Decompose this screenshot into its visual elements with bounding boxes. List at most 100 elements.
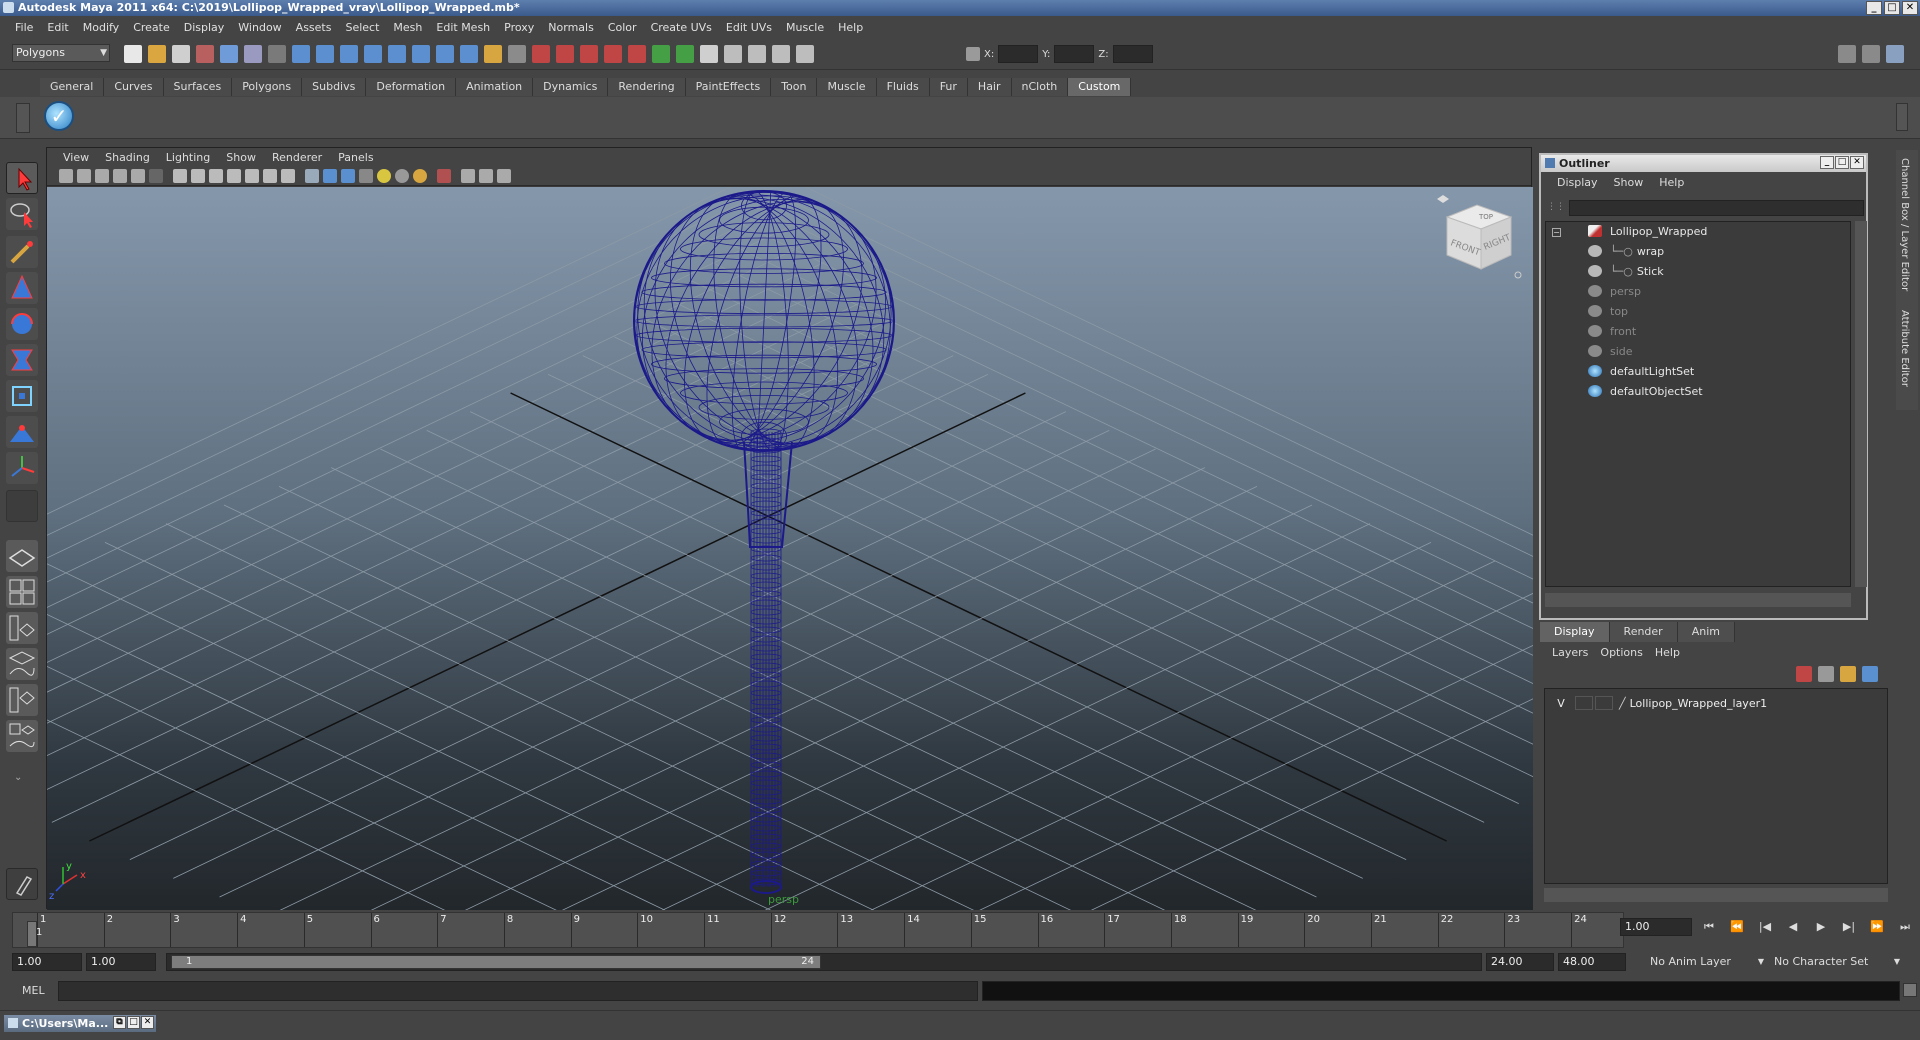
maximize-button[interactable]: □ — [1884, 1, 1900, 15]
filter-icon[interactable]: ⋮⋮ — [1547, 202, 1565, 214]
output-ops-icon[interactable] — [676, 45, 694, 63]
outliner-item-persp[interactable]: persp — [1588, 282, 1641, 300]
snap-curve-icon[interactable] — [556, 45, 574, 63]
menu-normals[interactable]: Normals — [541, 21, 601, 34]
select-camera-icon[interactable] — [59, 168, 73, 183]
layer-menu-help[interactable]: Help — [1649, 646, 1686, 659]
shelf-tab-curves[interactable]: Curves — [104, 78, 164, 96]
select-curves-icon[interactable] — [340, 45, 358, 63]
highlight-selection-icon[interactable] — [508, 45, 526, 63]
selection-mask-icon[interactable] — [268, 45, 286, 63]
select-handles-icon[interactable] — [292, 45, 310, 63]
outliner-menu-help[interactable]: Help — [1651, 176, 1692, 189]
paint-brush-icon[interactable] — [6, 868, 38, 900]
four-view-layout-icon[interactable] — [6, 576, 38, 608]
render-settings-icon[interactable] — [796, 45, 814, 63]
step-forward-icon[interactable]: ⏩ — [1868, 920, 1886, 934]
xray-components-icon[interactable] — [497, 168, 511, 183]
tool-settings-toggle-icon[interactable] — [1862, 45, 1880, 63]
maximize-button[interactable]: □ — [127, 1016, 140, 1029]
menu-assets[interactable]: Assets — [289, 21, 339, 34]
shelf-tab-subdivs[interactable]: Subdivs — [302, 78, 367, 96]
menu-create-uvs[interactable]: Create UVs — [644, 21, 719, 34]
menu-edit[interactable]: Edit — [40, 21, 75, 34]
universal-manipulator-icon[interactable] — [6, 380, 38, 412]
persp-graph-layout-icon[interactable] — [6, 648, 38, 680]
two-d-pan-icon[interactable] — [131, 168, 145, 183]
textured-icon[interactable] — [359, 168, 373, 183]
script-editor-icon[interactable] — [1903, 983, 1917, 997]
select-surfaces-icon[interactable] — [364, 45, 382, 63]
wireframe-on-shaded-icon[interactable] — [341, 168, 355, 183]
go-to-end-icon[interactable]: ⏭ — [1896, 920, 1914, 934]
grease-pencil-icon[interactable] — [149, 168, 163, 183]
move-tool-icon[interactable] — [6, 272, 38, 304]
checkmark-icon[interactable]: ✓ — [44, 101, 74, 131]
isolate-select-icon[interactable] — [437, 168, 451, 183]
scene-canvas[interactable]: TOP FRONT RIGHT y x z persp — [47, 187, 1533, 910]
select-dynamics-icon[interactable] — [412, 45, 430, 63]
menu-modify[interactable]: Modify — [76, 21, 126, 34]
close-button[interactable]: ✕ — [1902, 1, 1918, 15]
outliner-vertical-scrollbar[interactable] — [1855, 221, 1867, 587]
shelf-tab-muscle[interactable]: Muscle — [817, 78, 877, 96]
shelf-tab-custom[interactable]: Custom — [1068, 78, 1132, 96]
step-back-icon[interactable]: ⏪ — [1728, 920, 1746, 934]
smooth-shading-icon[interactable] — [323, 168, 337, 183]
snap-view-plane-icon[interactable] — [604, 45, 622, 63]
select-tool-icon[interactable] — [6, 162, 38, 194]
outliner-menu-show[interactable]: Show — [1606, 176, 1652, 189]
layer-menu-options[interactable]: Options — [1594, 646, 1648, 659]
shadows-icon[interactable] — [395, 168, 409, 183]
attribute-editor-tab[interactable]: Attribute Editor — [1899, 310, 1910, 387]
attribute-editor-toggle-icon[interactable] — [1838, 45, 1856, 63]
scale-tool-icon[interactable] — [6, 344, 38, 376]
shelf-menu-handle[interactable] — [16, 103, 30, 133]
outliner-title-bar[interactable]: Outliner _ □ ✕ — [1541, 155, 1866, 172]
play-backwards-icon[interactable]: ◀ — [1784, 920, 1802, 934]
last-tool-slot[interactable] — [6, 490, 38, 522]
snap-grid-icon[interactable] — [532, 45, 550, 63]
camera-attributes-icon[interactable] — [77, 168, 91, 183]
outliner-item-side[interactable]: side — [1588, 342, 1633, 360]
select-deformations-icon[interactable] — [388, 45, 406, 63]
shelf-tab-dynamics[interactable]: Dynamics — [533, 78, 609, 96]
viewport-menu-lighting[interactable]: Lighting — [158, 151, 218, 164]
character-set-dropdown[interactable]: No Character Set ▼ — [1772, 953, 1900, 971]
step-back-key-icon[interactable]: |◀ — [1756, 920, 1774, 934]
select-component-icon[interactable] — [244, 45, 262, 63]
playback-end-field[interactable]: 24.00 — [1486, 953, 1554, 971]
shelf-tab-toon[interactable]: Toon — [771, 78, 818, 96]
animation-end-field[interactable]: 48.00 — [1558, 953, 1626, 971]
outliner-item-default-object-set[interactable]: defaultObjectSet — [1588, 382, 1703, 400]
layer-tab-render[interactable]: Render — [1609, 622, 1678, 642]
channel-box-layer-editor-tab[interactable]: Channel Box / Layer Editor — [1899, 158, 1910, 291]
move-layer-up-icon[interactable] — [1796, 666, 1812, 682]
shelf-tab-fur[interactable]: Fur — [929, 78, 968, 96]
menu-edit-mesh[interactable]: Edit Mesh — [429, 21, 497, 34]
shelf-tab-painteffects[interactable]: PaintEffects — [685, 78, 772, 96]
y-field[interactable] — [1054, 45, 1095, 63]
resolution-gate-icon[interactable] — [209, 168, 223, 183]
layer-editor-scrollbar[interactable] — [1544, 888, 1888, 902]
layer-color-swatch[interactable] — [1595, 696, 1613, 710]
range-slider[interactable]: 1 24 — [166, 953, 1482, 971]
select-rendering-icon[interactable] — [436, 45, 454, 63]
rotate-tool-icon[interactable] — [6, 308, 38, 340]
select-joints-icon[interactable] — [316, 45, 334, 63]
film-gate-icon[interactable] — [191, 168, 205, 183]
minimize-button[interactable]: _ — [1866, 1, 1882, 15]
select-object-icon[interactable] — [220, 45, 238, 63]
viewport-menu-show[interactable]: Show — [218, 151, 264, 164]
move-layer-down-icon[interactable] — [1818, 666, 1834, 682]
wireframe-shading-icon[interactable] — [305, 168, 319, 183]
collapse-toggle-icon[interactable]: − — [1552, 228, 1561, 237]
outliner-maximize-button[interactable]: □ — [1835, 156, 1849, 169]
menu-window[interactable]: Window — [231, 21, 288, 34]
outliner-item-wrap[interactable]: └─○ wrap — [1588, 242, 1664, 260]
layer-tab-display[interactable]: Display — [1540, 622, 1610, 642]
menu-help[interactable]: Help — [831, 21, 870, 34]
menu-file[interactable]: File — [8, 21, 40, 34]
bookmarks-icon[interactable] — [95, 168, 109, 183]
menu-proxy[interactable]: Proxy — [497, 21, 541, 34]
